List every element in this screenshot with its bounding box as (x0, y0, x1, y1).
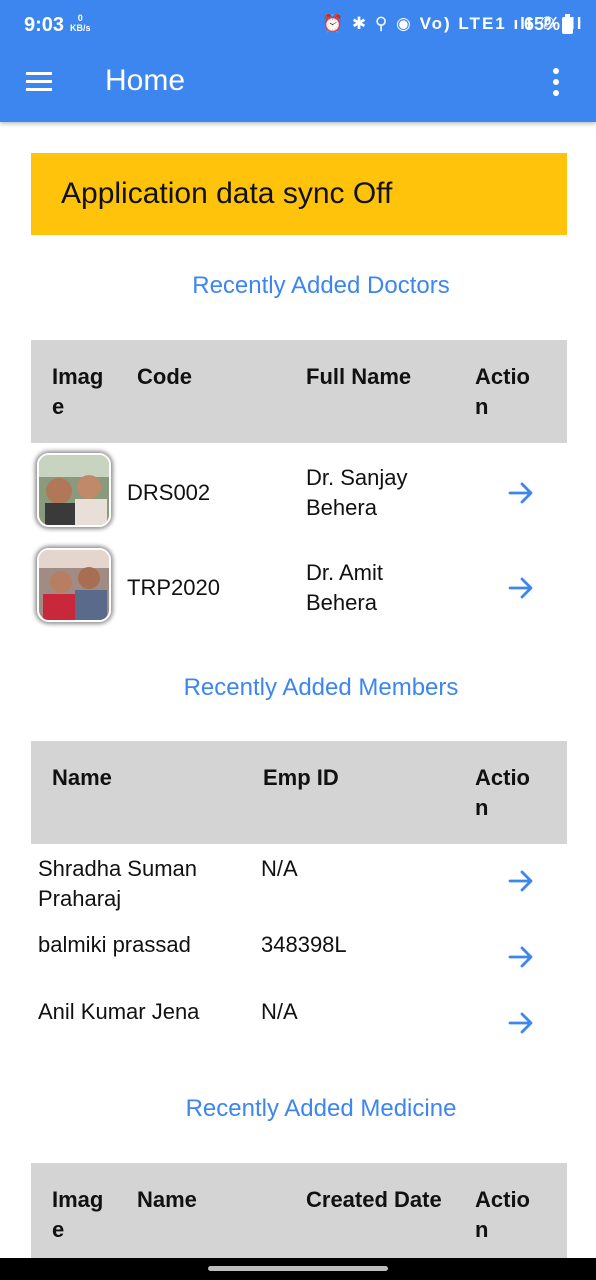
doctor-name-line2: Behera (306, 495, 377, 520)
doctor-avatar (37, 548, 111, 622)
hamburger-icon[interactable] (22, 68, 58, 96)
column-header-image: Image (52, 1187, 104, 1242)
doctor-code: DRS002 (127, 480, 211, 505)
column-header-created-date: Created Date (306, 1187, 442, 1212)
network-speed: 0 KB/s (70, 13, 91, 33)
doctor-name-line1: Dr. Sanjay (306, 465, 408, 490)
doctors-section-title: Recently Added Doctors (192, 272, 450, 299)
member-name: Anil Kumar Jena (38, 999, 200, 1024)
column-header-image: Image (52, 364, 104, 419)
arrow-forward-icon[interactable] (506, 866, 536, 896)
column-header-code: Code (137, 364, 192, 389)
arrow-forward-icon[interactable] (506, 942, 536, 972)
arrow-forward-icon[interactable] (506, 478, 536, 508)
member-emp-id: N/A (261, 856, 298, 881)
app-bar: 9:03 0 KB/s ⏰ ✱ ⚲ ◉ Vo) LTE1 ıll ✆ ıll 6… (0, 0, 596, 122)
sync-status-text: Application data sync Off (61, 177, 393, 210)
status-bar: 9:03 0 KB/s ⏰ ✱ ⚲ ◉ Vo) LTE1 ıll ✆ ıll 6… (0, 0, 596, 50)
members-table-header: Name Emp ID Action (31, 741, 567, 844)
system-nav-bar (0, 1258, 596, 1280)
doctor-avatar (37, 453, 111, 527)
column-header-name: Name (52, 765, 112, 790)
page-title: Home (105, 64, 186, 97)
column-header-action: Action (475, 364, 530, 419)
member-name: balmiki prassad (38, 932, 191, 957)
arrow-forward-icon[interactable] (506, 1008, 536, 1038)
sync-status-banner: Application data sync Off (31, 153, 567, 235)
doctor-name: Dr. Sanjay Behera (306, 463, 408, 523)
home-gesture-handle[interactable] (208, 1266, 388, 1271)
arrow-forward-icon[interactable] (506, 573, 536, 603)
battery-icon (562, 14, 573, 34)
status-time: 9:03 (24, 14, 65, 36)
member-name-line1: Shradha Suman (38, 856, 197, 881)
medicine-section-title: Recently Added Medicine (185, 1095, 457, 1122)
members-section-title: Recently Added Members (183, 674, 459, 701)
member-emp-id: 348398L (261, 932, 347, 957)
member-name-line2: Praharaj (38, 886, 122, 911)
doctor-name-line2: Behera (306, 590, 377, 615)
battery-level: 65% (524, 14, 561, 34)
column-header-full-name: Full Name (306, 364, 412, 389)
column-header-emp-id: Emp ID (263, 765, 339, 790)
column-header-name: Name (137, 1187, 197, 1212)
column-header-action: Action (475, 765, 530, 820)
more-vert-icon[interactable] (544, 64, 568, 100)
medicine-table-header: Image Name Created Date Action (31, 1163, 567, 1258)
network-speed-unit: KB/s (70, 23, 91, 33)
doctor-name: Dr. Amit Behera (306, 558, 383, 618)
doctors-table-header: Image Code Full Name Action (31, 340, 567, 443)
doctor-name-line1: Dr. Amit (306, 560, 384, 585)
doctor-code: TRP2020 (127, 575, 220, 600)
member-name: Shradha Suman Praharaj (38, 854, 197, 914)
member-emp-id: N/A (261, 999, 298, 1024)
network-speed-value: 0 (77, 13, 83, 23)
column-header-action: Action (475, 1187, 530, 1242)
